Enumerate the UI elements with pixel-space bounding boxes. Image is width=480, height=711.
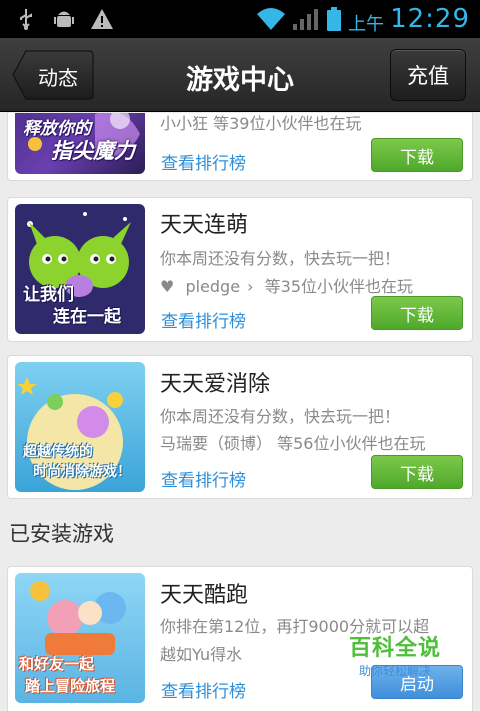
friends-playing-text: 等35位小伙伴也在玩: [264, 277, 414, 296]
thumbnail-caption: 释放你的 指尖魔力: [23, 119, 135, 163]
score-status-text: 你本周还没有分数，快去玩一把！: [160, 407, 401, 426]
watermark: 百科全说 助你轻松解决: [348, 636, 441, 678]
game-title: 天天爱消除: [160, 372, 271, 397]
friends-playing-row: ♥ pledge › 等35位小伙伴也在玩: [160, 273, 413, 297]
clock: 12:29: [390, 4, 470, 34]
thumbnail-caption: 让我们 连在一起: [23, 285, 121, 327]
score-status-text: 你本周还没有分数，快去玩一把！: [160, 249, 401, 268]
thumbnail-caption: 超越传统的 时尚消除游戏！: [23, 444, 131, 480]
heart-icon: ♥: [160, 277, 175, 296]
battery-icon: [326, 6, 342, 32]
game-thumbnail[interactable]: 让我们 连在一起: [15, 204, 145, 334]
game-title: 天天酷跑: [160, 583, 249, 608]
wifi-icon: [256, 6, 286, 32]
friends-playing-text: 小小狂 等39位小伙伴也在玩: [160, 114, 362, 133]
friends-playing-text: 马瑞要（硕博） 等56位小伙伴也在玩: [160, 434, 426, 453]
download-button[interactable]: 下载: [371, 296, 463, 330]
am-pm-label: 上午: [348, 14, 385, 35]
recharge-button[interactable]: 充值: [390, 49, 466, 101]
app-header: 动态 游戏中心 充值: [0, 38, 480, 112]
signal-icon: [292, 6, 320, 32]
android-debug-icon: [52, 7, 76, 31]
download-button[interactable]: 下载: [371, 138, 463, 172]
game-title: 天天连萌: [160, 213, 249, 238]
verified-mark-icon: ›: [247, 277, 254, 296]
installed-games-section-title: 已安装游戏: [9, 522, 114, 546]
leaderboard-link[interactable]: 查看排行榜: [161, 149, 246, 174]
game-thumbnail[interactable]: 和好友一起 踏上冒险旅程: [15, 573, 145, 703]
game-card[interactable]: 释放你的 指尖魔力 小小狂 等39位小伙伴也在玩 查看排行榜 下载: [7, 113, 473, 181]
game-thumbnail[interactable]: 释放你的 指尖魔力: [15, 113, 145, 174]
game-card[interactable]: 让我们 连在一起 天天连萌 你本周还没有分数，快去玩一把！ ♥ pledge ›…: [7, 197, 473, 342]
usb-icon: [14, 7, 38, 31]
rank-status-text-continued: 越如Yu得水: [160, 645, 243, 664]
leaderboard-link[interactable]: 查看排行榜: [161, 466, 246, 491]
friend-name: pledge: [185, 277, 241, 296]
thumbnail-caption: 和好友一起 踏上冒险旅程: [19, 655, 116, 695]
download-button[interactable]: 下载: [371, 455, 463, 489]
leaderboard-link[interactable]: 查看排行榜: [161, 307, 246, 332]
status-bar: 上午 12:29: [0, 0, 480, 38]
game-thumbnail[interactable]: 超越传统的 时尚消除游戏！: [15, 362, 145, 492]
warning-icon: [90, 7, 114, 31]
leaderboard-link[interactable]: 查看排行榜: [161, 677, 246, 702]
game-list[interactable]: 释放你的 指尖魔力 小小狂 等39位小伙伴也在玩 查看排行榜 下载 让我们 连在…: [0, 113, 480, 711]
game-card[interactable]: 超越传统的 时尚消除游戏！ 天天爱消除 你本周还没有分数，快去玩一把！ 马瑞要（…: [7, 355, 473, 499]
